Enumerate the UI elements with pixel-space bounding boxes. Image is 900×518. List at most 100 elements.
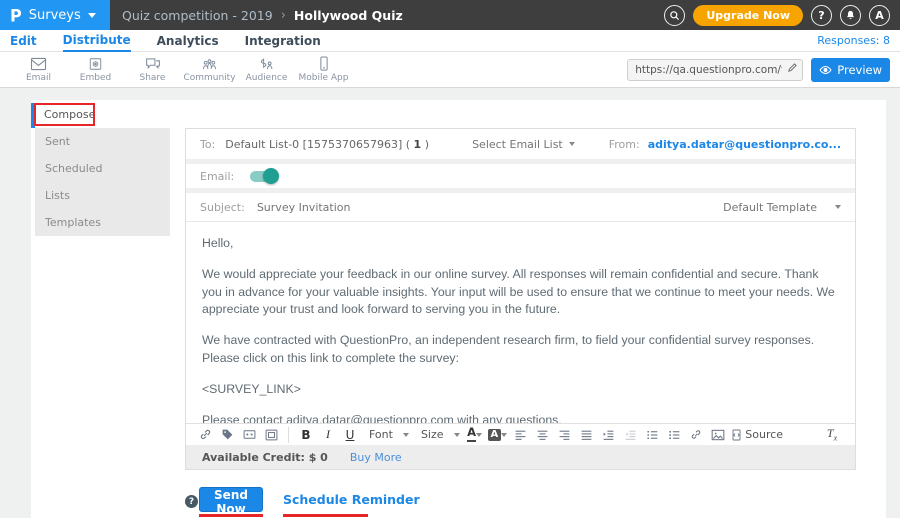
edit-url-button[interactable] xyxy=(787,62,798,73)
numbered-list-button[interactable] xyxy=(665,426,683,444)
email-icon xyxy=(30,57,47,71)
from-email-value[interactable]: aditya.datar@questionpro.co... xyxy=(648,138,841,151)
questionpro-distribute-screen: P Surveys Quiz competition - 2019 › Holl… xyxy=(0,0,900,518)
distribute-channel-toolbar: Email Embed Share Community Audience Mob… xyxy=(0,52,900,88)
embed-icon xyxy=(88,57,103,71)
bold-button[interactable]: B xyxy=(297,426,315,444)
align-justify-icon xyxy=(580,429,593,441)
to-label: To: xyxy=(200,138,215,151)
bell-icon xyxy=(845,10,856,21)
body-paragraph: <SURVEY_LINK> xyxy=(202,381,839,399)
tab-edit[interactable]: Edit xyxy=(10,30,37,52)
surveys-menu[interactable]: P Surveys xyxy=(0,0,110,30)
upgrade-now-button[interactable]: Upgrade Now xyxy=(693,5,803,26)
sidebar-item-templates[interactable]: Templates xyxy=(35,209,170,236)
recipient-row: To: Default List-0 [1575370657963] ( 1 )… xyxy=(186,129,855,159)
decrease-indent-button xyxy=(621,426,639,444)
channel-mobile-app[interactable]: Mobile App xyxy=(295,56,352,83)
align-right-icon xyxy=(558,429,571,441)
font-family-dropdown[interactable]: Font xyxy=(369,428,409,441)
channel-share[interactable]: Share xyxy=(124,57,181,83)
eye-icon xyxy=(819,65,832,75)
recipient-count: 1 xyxy=(414,138,422,151)
bulleted-list-button[interactable] xyxy=(643,426,661,444)
email-body-editor[interactable]: Hello, We would appreciate your feedback… xyxy=(186,221,855,423)
insert-unsubscribe-button[interactable] xyxy=(240,426,258,444)
notifications-button[interactable] xyxy=(840,5,861,26)
chevron-down-icon xyxy=(476,433,482,437)
template-dropdown[interactable]: Default Template xyxy=(723,201,841,214)
preview-button[interactable]: Preview xyxy=(811,58,890,82)
question-mark-icon: ? xyxy=(818,9,824,22)
subject-input[interactable]: Survey Invitation xyxy=(257,201,723,214)
align-left-button[interactable] xyxy=(511,426,529,444)
channel-audience[interactable]: Audience xyxy=(238,57,295,83)
product-label: Surveys xyxy=(29,8,81,23)
richtext-toolbar: B I U Font Size A A xyxy=(186,423,855,445)
chevron-down-icon xyxy=(835,205,841,209)
account-avatar[interactable]: A xyxy=(869,5,890,26)
underline-button[interactable]: U xyxy=(341,426,359,444)
source-button[interactable]: Source xyxy=(731,426,783,444)
email-toggle-switch[interactable] xyxy=(250,171,278,182)
tab-distribute[interactable]: Distribute xyxy=(63,30,131,52)
survey-link-group: Preview xyxy=(627,58,890,82)
email-toggle-row: Email: xyxy=(186,164,855,188)
distribute-content-card: Compose Sent Scheduled Lists Templates T… xyxy=(31,100,886,518)
indent-increase-icon xyxy=(602,429,615,441)
subject-row: Subject: Survey Invitation Default Templ… xyxy=(186,193,855,221)
tab-integration[interactable]: Integration xyxy=(245,30,321,52)
sidebar-item-scheduled[interactable]: Scheduled xyxy=(35,155,170,182)
background-color-button[interactable]: A xyxy=(488,426,508,444)
increase-indent-button[interactable] xyxy=(599,426,617,444)
breadcrumb-separator: › xyxy=(281,8,286,23)
source-doc-icon xyxy=(731,429,742,441)
font-size-dropdown[interactable]: Size xyxy=(421,428,460,441)
align-right-button[interactable] xyxy=(555,426,573,444)
select-email-list-dropdown[interactable]: Select Email List xyxy=(472,138,575,151)
channel-community[interactable]: Community xyxy=(181,57,238,83)
image-icon xyxy=(711,429,725,441)
align-center-button[interactable] xyxy=(533,426,551,444)
numbered-list-icon xyxy=(668,429,681,441)
toolbar-divider xyxy=(288,427,289,443)
credit-strip: Available Credit: $ 0 Buy More xyxy=(186,445,855,469)
compose-panel: To: Default List-0 [1575370657963] ( 1 )… xyxy=(185,128,856,470)
mobile-app-icon xyxy=(318,56,330,71)
sidebar-item-lists[interactable]: Lists xyxy=(35,182,170,209)
send-help-button[interactable]: ? xyxy=(185,495,198,508)
sidebar-item-compose[interactable]: Compose xyxy=(44,108,95,121)
italic-button[interactable]: I xyxy=(319,426,337,444)
send-now-button[interactable]: Send Now xyxy=(199,487,263,512)
indent-decrease-icon xyxy=(624,429,637,441)
body-paragraph: We would appreciate your feedback in our… xyxy=(202,266,839,319)
schedule-reminder-link[interactable]: Schedule Reminder xyxy=(283,492,420,507)
responses-count[interactable]: Responses: 8 xyxy=(817,34,890,47)
link-icon xyxy=(199,428,212,441)
insert-tag-button[interactable] xyxy=(218,426,236,444)
community-icon xyxy=(201,57,218,71)
active-item-indicator xyxy=(31,103,35,128)
insert-survey-link-button[interactable] xyxy=(196,426,214,444)
channel-email[interactable]: Email xyxy=(10,57,67,83)
tab-analytics[interactable]: Analytics xyxy=(157,30,219,52)
align-justify-button[interactable] xyxy=(577,426,595,444)
insert-image-button[interactable] xyxy=(709,426,727,444)
help-button[interactable]: ? xyxy=(811,5,832,26)
remove-format-button[interactable]: Tx xyxy=(823,426,841,444)
insert-template-button[interactable] xyxy=(262,426,280,444)
card-icon xyxy=(265,429,278,441)
questionpro-logo: P xyxy=(10,5,22,25)
from-label: From: xyxy=(609,138,640,151)
breadcrumb-survey-group[interactable]: Quiz competition - 2019 xyxy=(122,8,273,23)
insert-link-button[interactable] xyxy=(687,426,705,444)
survey-url-input[interactable] xyxy=(627,59,803,81)
channel-embed[interactable]: Embed xyxy=(67,57,124,83)
text-color-button[interactable]: A xyxy=(466,426,484,444)
tag-icon xyxy=(221,428,234,441)
buy-more-link[interactable]: Buy More xyxy=(350,451,402,464)
sidebar-item-sent[interactable]: Sent xyxy=(35,128,170,155)
search-button[interactable] xyxy=(664,5,685,26)
survey-nav-tabs: Edit Distribute Analytics Integration Re… xyxy=(0,30,900,52)
annotation-underline-schedule xyxy=(283,514,368,517)
